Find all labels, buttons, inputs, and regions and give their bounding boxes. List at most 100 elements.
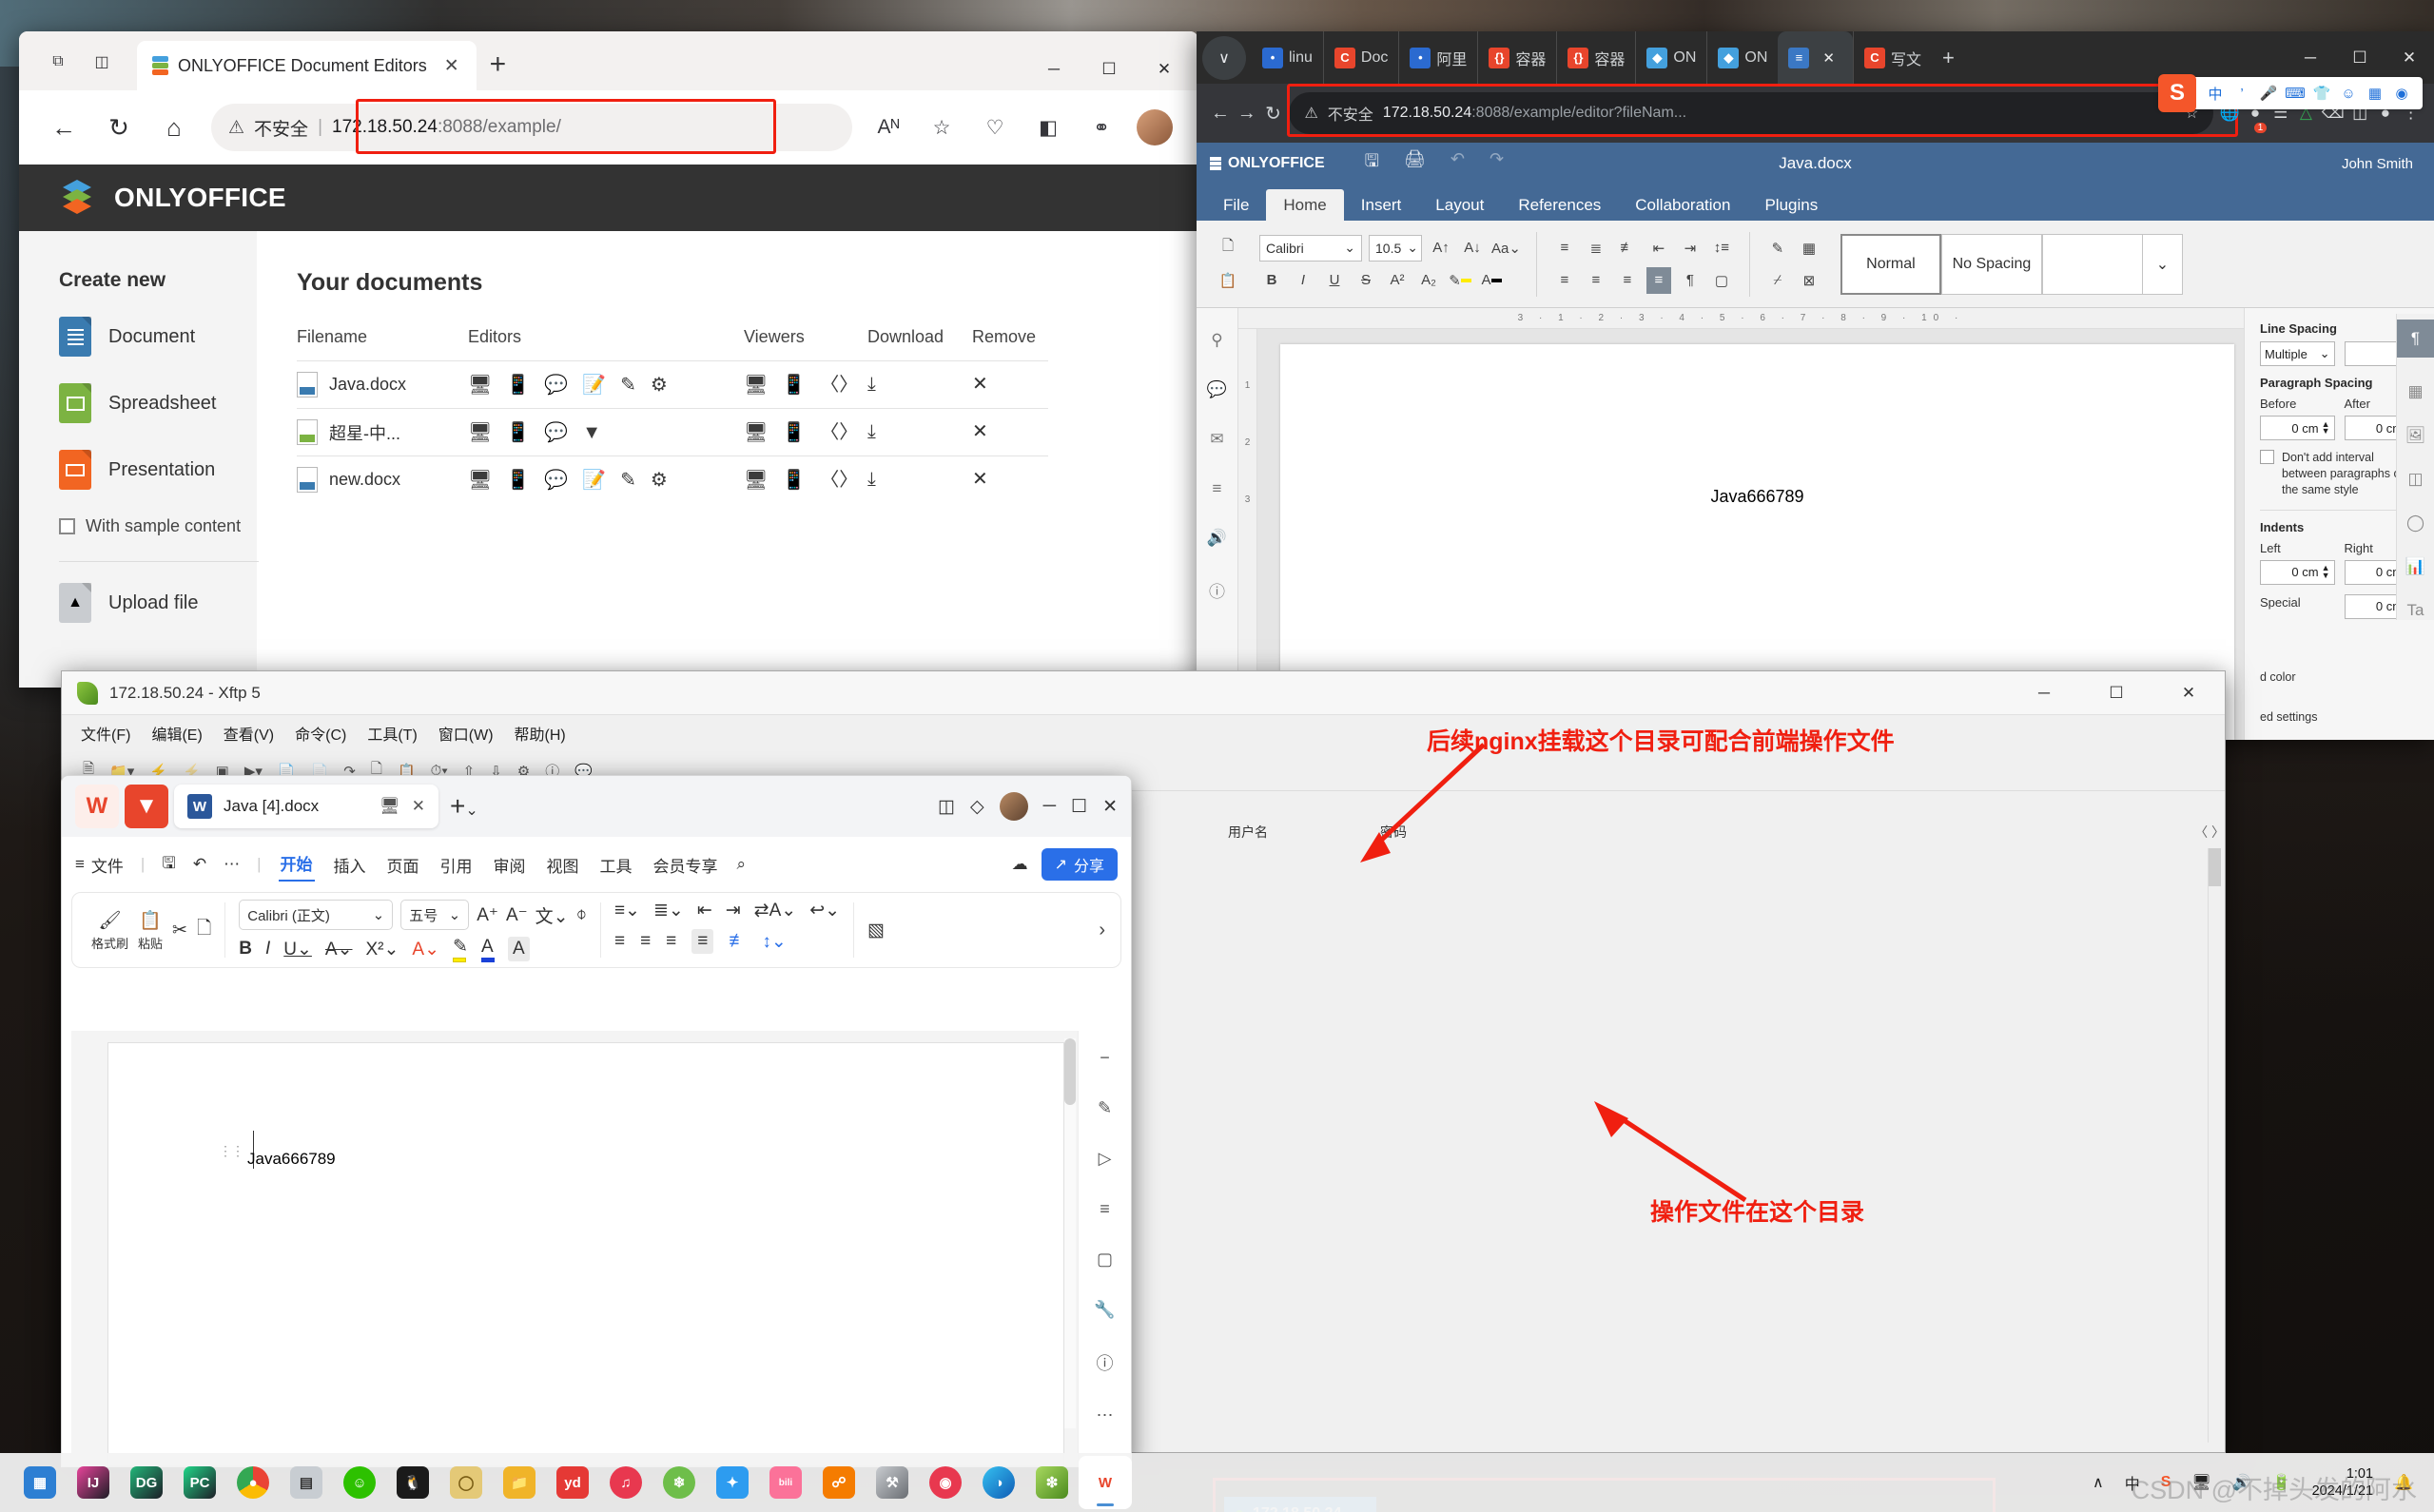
chrome-tab-doc[interactable]: C Doc (1322, 31, 1398, 84)
strikethrough-icon[interactable]: A⌄ (325, 939, 353, 960)
wps-pdf-app-icon[interactable]: ▼ (125, 785, 168, 828)
tab-close-icon[interactable]: ✕ (437, 55, 467, 77)
styles-expand-button[interactable]: ⌄ (2142, 233, 2183, 295)
highlight-color-icon[interactable]: ✎ (453, 936, 468, 962)
chrome-tab-container-2[interactable]: {} 容器 (1556, 31, 1635, 84)
wps-menu-home[interactable]: 开始 (278, 847, 315, 882)
tab-insert[interactable]: Insert (1344, 189, 1419, 221)
align-left-icon[interactable]: ≡ (1552, 267, 1577, 294)
wps-file-menu[interactable]: ≡ 文件 (75, 853, 124, 877)
maximize-button[interactable]: ☐ (1071, 796, 1087, 818)
download-icon[interactable]: ⤓ (867, 421, 876, 442)
tab-actions-icon[interactable]: ⧉ (36, 40, 80, 84)
close-button[interactable]: ✕ (1102, 796, 1118, 818)
ime-skin-icon[interactable]: 👕 (2308, 85, 2335, 102)
wps-mobile-icon[interactable]: ◫ (938, 796, 955, 818)
maximize-button[interactable]: ☐ (2335, 48, 2385, 68)
remove-icon[interactable]: ✕ (972, 421, 988, 442)
style-empty-1[interactable] (2041, 233, 2143, 295)
format-painter-icon[interactable]: ✎ (1765, 235, 1790, 262)
edit-custom-icon[interactable]: ⚙ (651, 471, 668, 490)
wps-undo-icon[interactable]: ↶ (193, 855, 206, 874)
taskbar-clock[interactable]: 1:01 2024/1/21 (2312, 1465, 2374, 1500)
dont-add-interval-checkbox[interactable]: Don't add interval between paragraphs of… (2260, 450, 2419, 498)
wps-vertical-scrollbar[interactable] (1064, 1038, 1076, 1428)
chrome-tab-write[interactable]: C 写文 (1852, 31, 1932, 84)
shape-settings-icon[interactable]: ◯ (2406, 514, 2424, 533)
distributed-align-icon[interactable]: ≢ (729, 931, 747, 952)
collections-icon[interactable]: ◧ (1023, 103, 1073, 152)
remove-icon[interactable]: ✕ (972, 469, 988, 490)
profile-avatar[interactable] (1130, 103, 1179, 152)
wps-share-button[interactable]: ↗ 分享 (1041, 848, 1118, 881)
bullet-list-icon[interactable]: ≡ (1552, 235, 1577, 262)
decrease-indent-icon[interactable]: ⇤ (1646, 235, 1671, 262)
show-marks-icon[interactable]: ¶ (1678, 267, 1703, 294)
shield-icon[interactable]: ⚭ (1077, 103, 1126, 152)
wps-ribbon-expand-button[interactable]: › (1099, 920, 1111, 941)
taskbar-item-start[interactable]: ▦ (13, 1456, 67, 1509)
clear-style-icon[interactable]: ⌿ (1765, 267, 1790, 294)
taskbar-item-twitter-like[interactable]: ✦ (706, 1456, 759, 1509)
wps-paste-button[interactable]: 📋 粘贴 (138, 909, 163, 952)
bullet-list-icon[interactable]: ≡⌄ (614, 900, 640, 921)
subscript-icon[interactable]: A₂ (1416, 267, 1441, 294)
taskbar-item-wps[interactable]: W (1079, 1456, 1132, 1509)
view-mobile-icon[interactable]: 📱 (782, 376, 806, 395)
numbered-list-icon[interactable]: ≣ (1584, 235, 1608, 262)
font-name-select[interactable]: Calibri ⌄ (1259, 234, 1362, 262)
style-no-spacing[interactable]: No Spacing (1940, 233, 2042, 295)
ime-menu-icon[interactable]: ◉ (2388, 85, 2415, 102)
wps-menu-reference[interactable]: 引用 (438, 849, 475, 881)
font-size-select[interactable]: 10.5 ⌄ (1369, 234, 1422, 262)
wps-search-icon[interactable]: ⌕ (737, 855, 747, 874)
table-row[interactable]: Java.docx 🖥 📱 💬 📝 ✎ ⚙ 🖥 📱 〈〉 ⤓ ✕ (297, 360, 1048, 409)
menu-edit[interactable]: 编辑(E) (151, 722, 202, 745)
wps-cloud-icon[interactable]: ☁ (1012, 855, 1028, 874)
view-embedded-icon[interactable]: 〈〉 (820, 423, 858, 442)
shading-icon[interactable]: ▢ (1709, 267, 1734, 294)
edit-comment-icon[interactable]: 💬 (544, 423, 568, 442)
taskbar-item-file-explorer[interactable]: 📁 (493, 1456, 546, 1509)
menu-file[interactable]: 文件(F) (81, 722, 130, 745)
view-desktop-icon[interactable]: 🖥 (744, 376, 768, 395)
wps-menu-insert[interactable]: 插入 (332, 849, 368, 881)
about-icon[interactable]: ⓘ (1209, 578, 1225, 602)
ime-toolbox-icon[interactable]: ▦ (2362, 85, 2388, 102)
tab-file[interactable]: File (1206, 189, 1266, 221)
edit-review-icon[interactable]: 📝 (582, 471, 606, 490)
edit-mobile-icon[interactable]: 📱 (506, 376, 530, 395)
italic-icon[interactable]: I (1291, 267, 1315, 294)
taskbar-item-wechat[interactable]: ☺ (333, 1456, 386, 1509)
shape-tool-icon[interactable]: ▢ (1097, 1250, 1113, 1270)
favorite-star-icon[interactable]: ☆ (917, 103, 966, 152)
superscript-icon[interactable]: X²⌄ (366, 939, 399, 960)
reload-button[interactable]: ↻ (93, 102, 145, 153)
create-spreadsheet-item[interactable]: Spreadsheet (59, 383, 257, 423)
shrink-font-icon[interactable]: A⁻ (506, 904, 528, 926)
align-justify-icon[interactable]: ≡ (691, 929, 714, 954)
read-aloud-icon[interactable]: Aᴺ (864, 103, 913, 152)
paste-icon[interactable]: 📋 (1216, 267, 1240, 294)
decrease-indent-icon[interactable]: ⇤ (697, 900, 712, 921)
close-button[interactable]: ✕ (2152, 684, 2225, 703)
remove-icon[interactable]: ✕ (972, 374, 988, 395)
taskbar-item-calculator[interactable]: ▤ (280, 1456, 333, 1509)
edit-filter-icon[interactable]: ▼ (582, 423, 601, 442)
text-art-icon[interactable]: Ta (2407, 601, 2424, 620)
back-button[interactable]: ← (38, 102, 89, 153)
paragraph-settings-icon[interactable]: ¶ (2396, 320, 2434, 358)
taskbar-item-youdao[interactable]: yd (546, 1456, 599, 1509)
tab-close-icon[interactable]: ✕ (1815, 49, 1842, 67)
pinyin-guide-icon[interactable]: 文⌄ (535, 902, 569, 928)
wps-menu-tools[interactable]: 工具 (598, 849, 634, 881)
increase-font-icon[interactable]: A↑ (1429, 235, 1453, 262)
menu-help[interactable]: 帮助(H) (515, 722, 566, 745)
ime-chinese-mode-icon[interactable]: 中 (2202, 84, 2229, 104)
chrome-tab-onlyoffice-2[interactable]: ◆ ON (1706, 31, 1778, 84)
spacing-before-input[interactable]: 0 cm ▲ ▼ (2260, 416, 2335, 440)
table-row[interactable]: 超星-中... 🖥 📱 💬 ▼ 🖥 📱 〈〉 ⤓ ✕ (297, 408, 1048, 456)
menu-command[interactable]: 命令(C) (295, 722, 346, 745)
chart-settings-icon[interactable]: 📊 (2405, 557, 2425, 576)
view-embedded-icon[interactable]: 〈〉 (820, 376, 858, 395)
